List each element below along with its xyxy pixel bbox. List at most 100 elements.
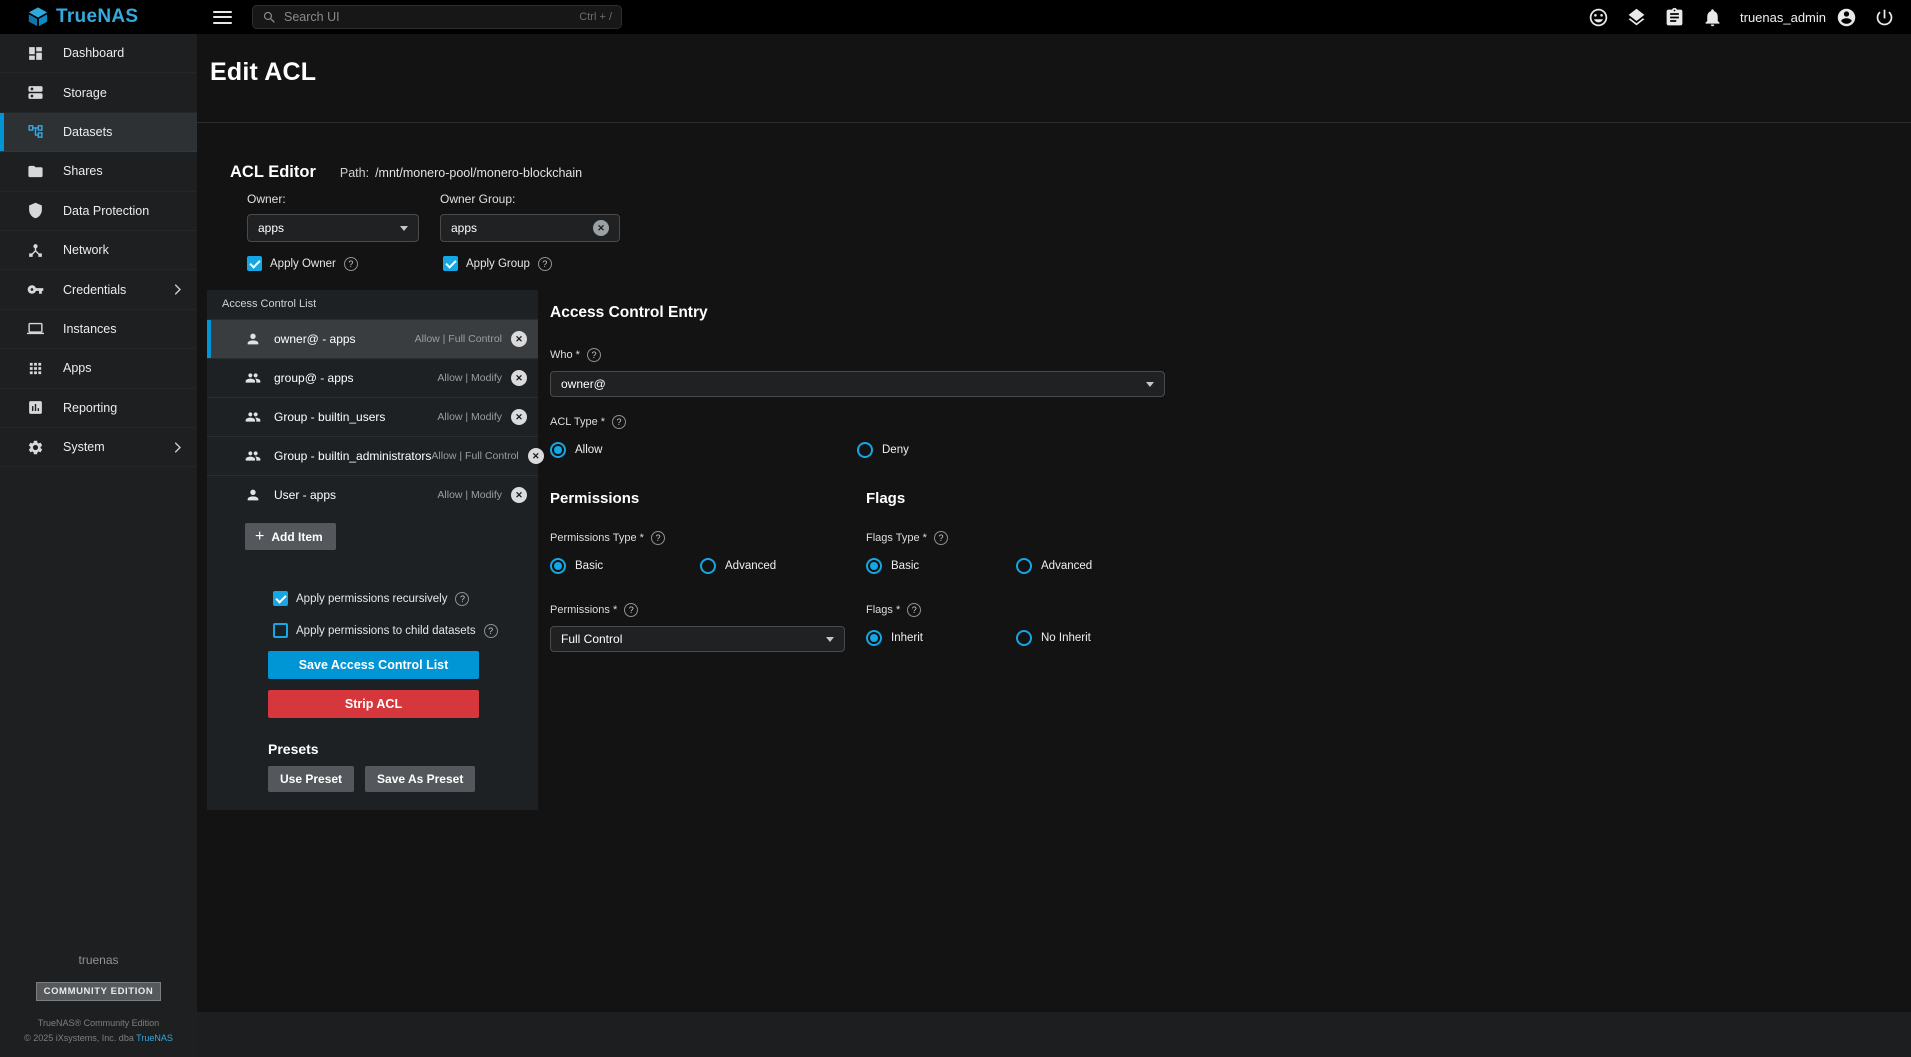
presets-title: Presets	[268, 741, 538, 757]
dataset-path-value: /mnt/monero-pool/monero-blockchain	[375, 166, 582, 180]
sidebar-item-datasets[interactable]: Datasets	[0, 113, 197, 152]
sidebar-item-data-protection[interactable]: Data Protection	[0, 192, 197, 231]
who-label: Who *	[550, 348, 1370, 362]
help-icon[interactable]	[538, 257, 552, 271]
username-label: truenas_admin	[1740, 10, 1826, 25]
radio-inherit[interactable]: Inherit	[866, 630, 1016, 646]
radio-advanced-dot[interactable]	[700, 558, 716, 574]
delete-entry-icon[interactable]	[511, 331, 527, 347]
dataset-path: Path: /mnt/monero-pool/monero-blockchain	[340, 166, 582, 180]
apply-child-datasets-row[interactable]: Apply permissions to child datasets	[273, 623, 538, 638]
strip-acl-button[interactable]: Strip ACL	[268, 690, 479, 718]
sidebar-footer: truenas COMMUNITY EDITION TrueNAS® Commu…	[0, 953, 197, 1057]
help-icon[interactable]	[907, 603, 921, 617]
sidebar-item-shares[interactable]: Shares	[0, 152, 197, 191]
title-divider	[197, 122, 1911, 123]
help-icon[interactable]	[651, 531, 665, 545]
sidebar-item-system[interactable]: System	[0, 428, 197, 467]
power-icon[interactable]	[1874, 7, 1895, 28]
acl-type-label: ACL Type *	[550, 415, 1370, 429]
apply-child-datasets-checkbox[interactable]	[273, 623, 288, 638]
flags-heading: Flags	[866, 490, 1370, 507]
sidebar-item-storage[interactable]: Storage	[0, 73, 197, 112]
notifications-bell-icon[interactable]	[1702, 7, 1723, 28]
chevron-down-icon	[1146, 382, 1154, 387]
brand-name: TrueNAS	[56, 6, 138, 28]
apply-recursively-checkbox[interactable]	[273, 591, 288, 606]
feedback-smiley-icon[interactable]	[1588, 7, 1609, 28]
acl-entry-builtin-administrators[interactable]: Group - builtin_administrators Allow | F…	[207, 436, 538, 475]
help-icon[interactable]	[484, 624, 498, 638]
owner-group-value: apps	[451, 221, 477, 235]
sidebar-item-apps[interactable]: Apps	[0, 349, 197, 388]
who-select[interactable]: owner@	[550, 371, 1165, 397]
sidebar-item-network[interactable]: Network	[0, 231, 197, 270]
radio-permissions-advanced[interactable]: Advanced	[700, 558, 776, 574]
flags-type-label: Flags Type *	[866, 531, 1370, 545]
radio-deny-dot[interactable]	[857, 442, 873, 458]
sidebar-item-reporting[interactable]: Reporting	[0, 389, 197, 428]
radio-deny[interactable]: Deny	[857, 442, 909, 458]
help-icon[interactable]	[344, 257, 358, 271]
acl-list-header: Access Control List	[207, 290, 538, 319]
preset-buttons-row: Use Preset Save As Preset	[268, 766, 538, 792]
acl-editor-header: ACL Editor Path: /mnt/monero-pool/monero…	[230, 163, 582, 182]
truenas-logo[interactable]: TrueNAS	[0, 6, 197, 28]
acl-entry-owner[interactable]: owner@ - apps Allow | Full Control	[207, 319, 538, 358]
group-icon	[245, 370, 261, 386]
radio-allow[interactable]: Allow	[550, 442, 857, 458]
sidebar-item-dashboard[interactable]: Dashboard	[0, 34, 197, 73]
radio-allow-dot[interactable]	[550, 442, 566, 458]
clear-icon[interactable]	[593, 220, 609, 236]
apps-grid-icon	[27, 360, 44, 377]
apply-group-checkbox[interactable]	[443, 256, 458, 271]
radio-inherit-dot[interactable]	[866, 630, 882, 646]
acl-entry-group[interactable]: group@ - apps Allow | Modify	[207, 358, 538, 397]
add-item-button[interactable]: Add Item	[245, 523, 336, 550]
save-as-preset-button[interactable]: Save As Preset	[365, 766, 475, 792]
radio-no-inherit[interactable]: No Inherit	[1016, 630, 1091, 646]
apply-group-label: Apply Group	[466, 258, 530, 270]
search-box[interactable]: Ctrl + /	[252, 5, 622, 29]
acl-entry-user-apps[interactable]: User - apps Allow | Modify	[207, 475, 538, 514]
use-preset-button[interactable]: Use Preset	[268, 766, 354, 792]
apply-group-checkbox-row[interactable]: Apply Group	[443, 256, 552, 271]
radio-permissions-basic[interactable]: Basic	[550, 558, 700, 574]
apply-owner-checkbox-row[interactable]: Apply Owner	[247, 256, 443, 271]
datasets-icon	[27, 123, 44, 140]
permissions-select[interactable]: Full Control	[550, 626, 845, 652]
acl-entry-builtin-users[interactable]: Group - builtin_users Allow | Modify	[207, 397, 538, 436]
save-acl-button[interactable]: Save Access Control List	[268, 651, 479, 679]
radio-no-inherit-dot[interactable]	[1016, 630, 1032, 646]
sidebar-item-credentials[interactable]: Credentials	[0, 270, 197, 309]
apply-recursively-row[interactable]: Apply permissions recursively	[273, 591, 538, 606]
help-icon[interactable]	[587, 348, 601, 362]
edition-badge: COMMUNITY EDITION	[36, 982, 162, 1001]
radio-basic-dot[interactable]	[550, 558, 566, 574]
delete-entry-icon[interactable]	[511, 487, 527, 503]
help-icon[interactable]	[612, 415, 626, 429]
truenas-footer-link[interactable]: TrueNAS	[136, 1033, 173, 1043]
delete-entry-icon[interactable]	[511, 409, 527, 425]
radio-advanced-dot[interactable]	[1016, 558, 1032, 574]
jobs-layers-icon[interactable]	[1626, 7, 1647, 28]
radio-flags-basic[interactable]: Basic	[866, 558, 1016, 574]
recursive-options: Apply permissions recursively Apply perm…	[273, 591, 538, 638]
gear-icon	[27, 439, 44, 456]
delete-entry-icon[interactable]	[528, 448, 544, 464]
apply-owner-checkbox[interactable]	[247, 256, 262, 271]
network-icon	[27, 242, 44, 259]
owner-group-input[interactable]: apps	[440, 214, 620, 242]
help-icon[interactable]	[455, 592, 469, 606]
radio-basic-dot[interactable]	[866, 558, 882, 574]
hamburger-menu-button[interactable]	[213, 9, 232, 26]
user-menu[interactable]: truenas_admin	[1740, 7, 1857, 28]
delete-entry-icon[interactable]	[511, 370, 527, 386]
help-icon[interactable]	[934, 531, 948, 545]
radio-flags-advanced[interactable]: Advanced	[1016, 558, 1092, 574]
search-input[interactable]	[284, 10, 572, 24]
owner-select[interactable]: apps	[247, 214, 419, 242]
help-icon[interactable]	[624, 603, 638, 617]
tasks-clipboard-icon[interactable]	[1664, 7, 1685, 28]
sidebar-item-instances[interactable]: Instances	[0, 310, 197, 349]
